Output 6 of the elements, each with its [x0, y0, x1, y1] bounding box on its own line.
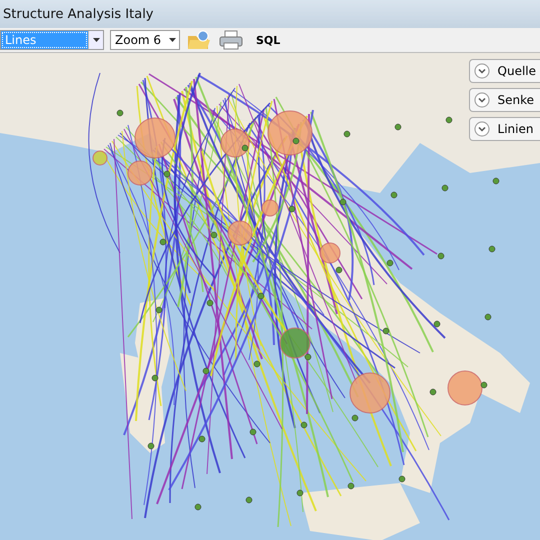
sql-button[interactable]: SQL — [250, 32, 286, 48]
panel-toggle-button[interactable]: Quelle — [468, 59, 540, 83]
panel-toggle-button[interactable]: Linien — [468, 117, 540, 141]
panel-toggle-button[interactable]: Senke — [468, 88, 540, 112]
window-title: Structure Analysis Italy — [0, 0, 540, 28]
zoom-dropdown[interactable]: Zoom 6 — [110, 30, 180, 50]
